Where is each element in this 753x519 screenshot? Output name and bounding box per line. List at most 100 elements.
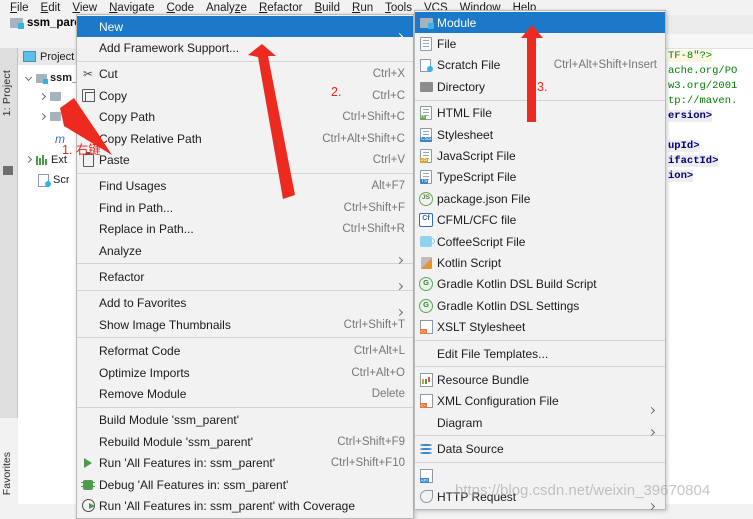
gradle-icon: G: [415, 298, 437, 313]
menu-item-build-module[interactable]: Build Module 'ssm_parent': [77, 410, 413, 431]
menubar-item-file[interactable]: File: [4, 1, 35, 15]
menu-item-cut[interactable]: ✂ Cut Ctrl+X: [77, 64, 413, 85]
submenu-item-module[interactable]: Module: [415, 12, 665, 34]
code-line: ion>: [668, 170, 694, 182]
menu-separator: [415, 366, 665, 368]
menu-item-label: Copy: [99, 88, 128, 103]
module-folder-icon: [36, 73, 48, 84]
menu-item-label: Add Framework Support...: [99, 41, 240, 56]
menu-item-shortcut: Ctrl+Shift+T: [343, 318, 405, 331]
menu-separator: [77, 263, 413, 265]
menu-item-shortcut: Ctrl+X: [372, 68, 405, 81]
submenu-item-shortcut: Ctrl+Alt+Shift+Insert: [553, 59, 657, 72]
editor-tab-bar[interactable]: [666, 15, 753, 35]
submenu-item-scratch-file[interactable]: Scratch File Ctrl+Alt+Shift+Insert: [415, 55, 665, 76]
submenu-item-label: Edit File Templates...: [437, 346, 549, 361]
watermark: https://blog.csdn.net/weixin_39670804: [455, 482, 711, 499]
menu-item-analyze[interactable]: Analyze: [77, 240, 413, 261]
tree-label: Scratches and Consoles: [53, 174, 69, 186]
menu-item-copy-relative-path[interactable]: Copy Relative Path Ctrl+Alt+Shift+C: [77, 128, 413, 149]
chevron-right-icon[interactable]: [24, 156, 33, 165]
table-row[interactable]: [38, 92, 61, 101]
scratches-icon: [38, 174, 51, 187]
menubar-item-analyze[interactable]: Analyze: [200, 1, 253, 15]
menu-item-remove-module[interactable]: Remove Module Delete: [77, 383, 413, 404]
menu-separator: [77, 60, 413, 62]
menubar-item-view[interactable]: View: [66, 1, 103, 15]
menu-item-replace-in-path[interactable]: Replace in Path... Ctrl+Shift+R: [77, 219, 413, 240]
submenu-item-cfml-file[interactable]: Cf CFML/CFC file: [415, 210, 665, 231]
menubar-item-refactor[interactable]: Refactor: [253, 1, 308, 15]
code-editor[interactable]: TF-8"?> ache.org/PO w3.org/2001 tp://mav…: [666, 49, 753, 504]
folder-icon: [50, 112, 61, 121]
project-tool-window: ssm_parent m External Libraries Scratche…: [18, 48, 79, 504]
menu-item-reformat-code[interactable]: Reformat Code Ctrl+Alt+L: [77, 340, 413, 361]
menu-item-add-to-favorites[interactable]: Add to Favorites: [77, 293, 413, 314]
menu-separator: [77, 289, 413, 291]
menu-item-optimize-imports[interactable]: Optimize Imports Ctrl+Alt+O: [77, 362, 413, 383]
menubar-item-navigate[interactable]: Navigate: [103, 1, 160, 15]
sidebar-item-project[interactable]: 1: Project: [1, 70, 16, 116]
menu-item-find-in-path[interactable]: Find in Path... Ctrl+Shift+F: [77, 197, 413, 218]
menu-item-refactor[interactable]: Refactor: [77, 266, 413, 287]
chevron-right-icon[interactable]: [38, 112, 47, 121]
submenu-item-label: Module: [437, 15, 477, 30]
module-folder-icon: [10, 18, 24, 29]
menubar-item-edit[interactable]: Edit: [35, 1, 67, 15]
submenu-item-stylesheet[interactable]: CSS Stylesheet: [415, 124, 665, 145]
menu-item-paste[interactable]: Paste Ctrl+V: [77, 149, 413, 170]
tree-row-module[interactable]: ssm_parent: [24, 72, 78, 84]
tab-project[interactable]: Project: [18, 48, 78, 65]
menu-item-debug-all-features[interactable]: Debug 'All Features in: ssm_parent': [77, 474, 413, 495]
menu-item-show-image-thumbnails[interactable]: Show Image Thumbnails Ctrl+Shift+T: [77, 314, 413, 335]
submenu-item-gradle-kotlin-dsl-settings[interactable]: G Gradle Kotlin DSL Settings: [415, 295, 665, 316]
menubar-item-run[interactable]: Run: [346, 1, 379, 15]
tree-row-scratches[interactable]: Scratches and Consoles: [38, 174, 69, 187]
gradle-icon: G: [415, 277, 437, 292]
submenu-item-kotlin-script[interactable]: Kotlin Script: [415, 252, 665, 273]
menu-item-shortcut: Ctrl+Alt+O: [351, 366, 405, 379]
file-icon: [415, 37, 437, 52]
menu-item-rebuild-module[interactable]: Rebuild Module 'ssm_parent' Ctrl+Shift+F…: [77, 431, 413, 452]
menu-item-label: Optimize Imports: [99, 365, 190, 380]
tree-row-external-libraries[interactable]: External Libraries: [24, 154, 67, 166]
css-file-icon: CSS: [415, 127, 437, 142]
submenu-item-file[interactable]: File: [415, 33, 665, 54]
sidebar-item-favorites[interactable]: Favorites: [1, 452, 13, 495]
submenu-item-html-file[interactable]: H HTML File: [415, 103, 665, 124]
menu-item-copy[interactable]: Copy Ctrl+C: [77, 85, 413, 106]
menu-item-run-with-coverage[interactable]: Run 'All Features in: ssm_parent' with C…: [77, 495, 413, 516]
menu-item-label: Copy Path: [99, 110, 156, 125]
menu-item-shortcut: Ctrl+Shift+C: [342, 111, 405, 124]
submenu-item-diagram[interactable]: Diagram: [415, 412, 665, 433]
submenu-item-javascript-file[interactable]: JS JavaScript File: [415, 145, 665, 166]
submenu-item-resource-bundle[interactable]: Resource Bundle: [415, 369, 665, 390]
menu-item-add-framework-support[interactable]: Add Framework Support...: [77, 37, 413, 58]
submenu-item-package-json-file[interactable]: JS package.json File: [415, 188, 665, 209]
menu-item-shortcut: Ctrl+Alt+L: [353, 345, 405, 358]
menu-item-label: Run 'All Features in: ssm_parent' with C…: [99, 498, 356, 513]
submenu-item-xslt-stylesheet[interactable]: XSLT Stylesheet: [415, 316, 665, 337]
menu-item-label: Reformat Code: [99, 344, 181, 359]
structure-icon[interactable]: [3, 166, 13, 175]
menu-item-shortcut: Ctrl+Shift+F10: [330, 457, 405, 470]
menubar-item-build[interactable]: Build: [308, 1, 346, 15]
submenu-item-data-source[interactable]: Data Source: [415, 438, 665, 459]
submenu-item-label: TypeScript File: [437, 170, 517, 185]
menu-item-find-usages[interactable]: Find Usages Alt+F7: [77, 176, 413, 197]
submenu-item-gradle-kotlin-dsl-build-script[interactable]: G Gradle Kotlin DSL Build Script: [415, 274, 665, 295]
coverage-icon: [77, 499, 99, 513]
chevron-down-icon[interactable]: [24, 74, 33, 83]
menubar-item-tools[interactable]: Tools: [379, 1, 418, 15]
submenu-item-typescript-file[interactable]: TS TypeScript File: [415, 167, 665, 188]
submenu-item-xml-configuration-file[interactable]: XML Configuration File: [415, 391, 665, 412]
chevron-right-icon[interactable]: [38, 92, 47, 101]
menu-item-new[interactable]: New: [77, 16, 413, 38]
submenu-item-edit-file-templates[interactable]: Edit File Templates...: [415, 343, 665, 364]
menubar-item-code[interactable]: Code: [161, 1, 201, 15]
submenu-item-coffeescript-file[interactable]: CoffeeScript File: [415, 231, 665, 252]
table-row[interactable]: [38, 112, 61, 121]
coffeescript-icon: [415, 236, 437, 248]
menu-item-copy-path[interactable]: Copy Path Ctrl+Shift+C: [77, 107, 413, 128]
menu-item-run-all-features[interactable]: Run 'All Features in: ssm_parent' Ctrl+S…: [77, 452, 413, 473]
